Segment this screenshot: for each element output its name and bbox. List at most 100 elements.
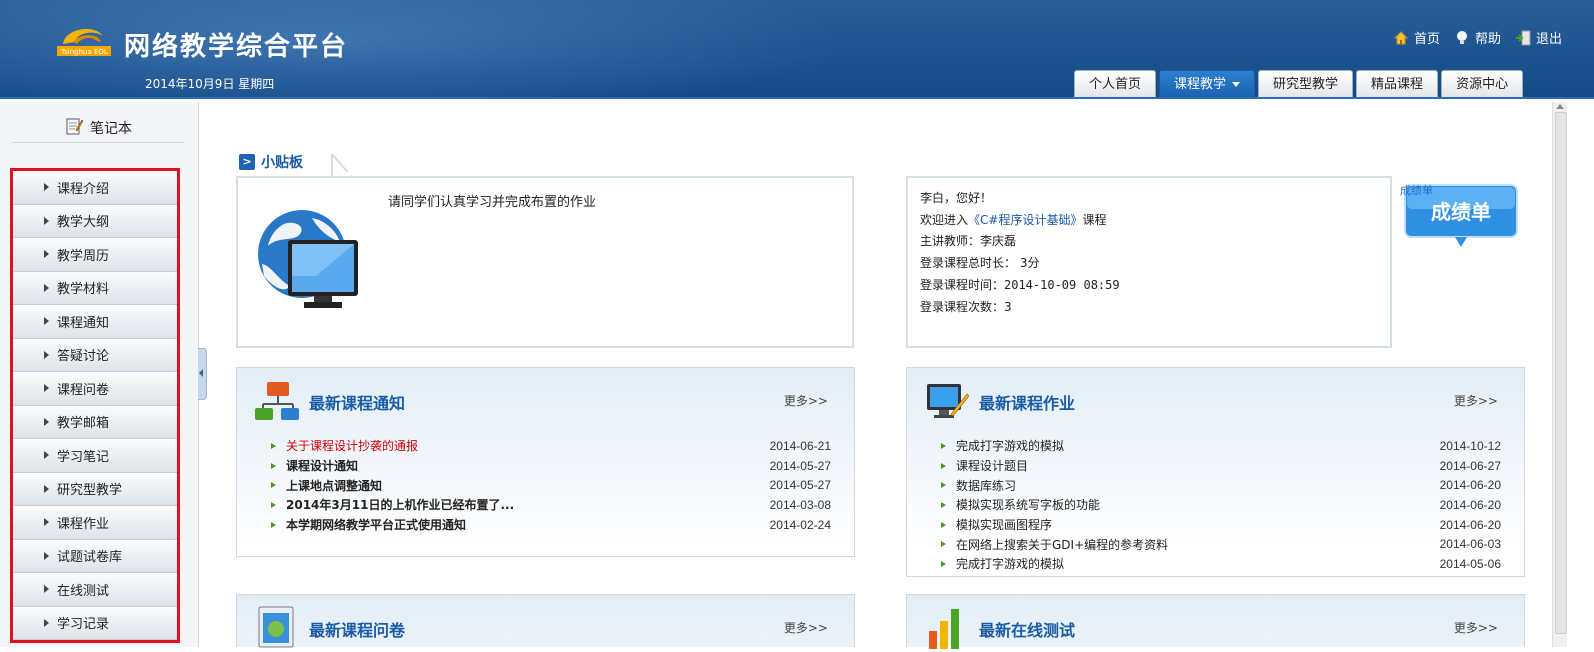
scroll-up-icon[interactable] (1556, 104, 1564, 109)
caret-right-icon (44, 317, 49, 326)
bullet-arrow-icon (941, 482, 946, 489)
list-item[interactable]: 模拟实现画图程序 2014-06-20 (941, 515, 1501, 535)
course-name-link[interactable]: 《C#程序设计基础》 (968, 213, 1082, 227)
notice-title: 关于课程设计抄袭的通报 (286, 439, 419, 454)
home-link-label: 首页 (1413, 32, 1440, 47)
list-item[interactable]: 在网络上搜索关于GDI+编程的参考资料 2014-06-03 (941, 534, 1501, 554)
teacher-name: 主讲教师：李庆磊 (920, 234, 1017, 249)
vertical-scrollbar[interactable] (1552, 102, 1567, 647)
arrow-right-icon: > (239, 154, 255, 170)
sidebar-item-syllabus[interactable]: 教学大纲 (13, 204, 177, 238)
homework-title-text: 完成打字游戏的模拟 (956, 439, 1065, 454)
sidebar-item-online-test[interactable]: 在线测试 (13, 573, 177, 607)
list-item[interactable]: 数据库练习 2014-06-20 (941, 475, 1501, 495)
user-greeting: 李白，您好！ (920, 191, 993, 205)
list-item[interactable]: 2014年3月11日的上机作业已经布置了... 2014-03-08 (271, 495, 831, 515)
tab-research-teaching[interactable]: 研究型教学 (1258, 70, 1354, 97)
sidebar-item-research-teaching[interactable]: 研究型教学 (13, 472, 177, 506)
sidebar-item-label: 教学材料 (57, 282, 110, 298)
logout-link-label: 退出 (1535, 32, 1562, 47)
tab-course-teaching[interactable]: 课程教学 (1159, 70, 1256, 97)
homework-date: 2014-06-20 (1439, 497, 1501, 512)
notice-date: 2014-05-27 (769, 478, 831, 493)
homework-title-text: 课程设计题目 (956, 459, 1029, 474)
homework-date: 2014-05-06 (1439, 556, 1501, 571)
scrollbar-thumb[interactable] (1555, 112, 1567, 634)
sidebar-item-questionnaire[interactable]: 课程问卷 (13, 372, 177, 406)
sidebar-item-weekly-calendar[interactable]: 教学周历 (13, 238, 177, 272)
bullet-arrow-icon (271, 501, 276, 508)
caret-right-icon (44, 484, 49, 493)
list-item[interactable]: 模拟实现系统写字板的功能 2014-06-20 (941, 495, 1501, 515)
notices-more-link[interactable]: 更多>> (784, 392, 828, 409)
list-item[interactable]: 本学期网络教学平台正式使用通知 2014-02-24 (271, 515, 831, 535)
homework-date: 2014-10-12 (1439, 438, 1501, 453)
list-item[interactable]: 完成打字游戏的模拟 2014-05-06 (941, 554, 1501, 574)
help-link[interactable]: 帮助 (1454, 28, 1501, 47)
platform-logo: Tsinghua EOL (55, 24, 113, 58)
bullet-arrow-icon (271, 482, 276, 489)
sidebar-item-course-intro[interactable]: 课程介绍 (13, 171, 177, 205)
bullet-arrow-icon (941, 521, 946, 528)
list-item[interactable]: 完成打字游戏的模拟 2014-10-12 (941, 436, 1501, 456)
network-hierarchy-icon (255, 380, 299, 424)
grade-button-label: 成绩单 (1431, 200, 1491, 224)
bullet-arrow-icon (271, 442, 276, 449)
sidebar-item-label: 课程作业 (57, 516, 110, 532)
bullet-arrow-icon (941, 462, 946, 469)
caret-right-icon (44, 350, 49, 359)
caret-right-icon (44, 283, 49, 292)
sidebar-collapse-handle[interactable] (198, 348, 207, 400)
caret-right-icon (44, 451, 49, 460)
list-item[interactable]: 关于课程设计抄袭的通报 2014-06-21 (271, 436, 831, 456)
homework-date: 2014-06-20 (1439, 517, 1501, 532)
caret-right-icon (44, 585, 49, 594)
logout-link[interactable]: 退出 (1515, 28, 1562, 47)
sidebar-item-mailbox[interactable]: 教学邮箱 (13, 405, 177, 439)
notebook-link[interactable]: 笔记本 (12, 114, 184, 143)
caret-right-icon (44, 250, 49, 259)
sidebar-item-qa-discussion[interactable]: 答疑讨论 (13, 338, 177, 372)
list-item[interactable]: 课程设计题目 2014-06-27 (941, 456, 1501, 476)
caret-right-icon (44, 618, 49, 627)
questionnaire-more-link[interactable]: 更多>> (784, 619, 828, 636)
tip-board-title: > 小贴板 (239, 152, 303, 172)
sidebar-item-notices[interactable]: 课程通知 (13, 305, 177, 339)
sidebar-item-materials[interactable]: 教学材料 (13, 271, 177, 305)
sidebar-item-label: 课程问卷 (57, 382, 110, 398)
sidebar-item-label: 答疑讨论 (57, 349, 110, 365)
tab-personal-home[interactable]: 个人首页 (1074, 70, 1157, 97)
top-links: 首页 帮助 退出 (1393, 28, 1562, 47)
sidebar-item-label: 教学大纲 (57, 215, 110, 231)
sidebar-item-study-notes[interactable]: 学习笔记 (13, 439, 177, 473)
online-test-title: 最新在线测试 (979, 621, 1076, 640)
sidebar-item-label: 课程介绍 (57, 181, 110, 197)
tip-board-notch (331, 154, 353, 177)
sidebar-item-study-record[interactable]: 学习记录 (13, 606, 177, 640)
caret-right-icon (44, 384, 49, 393)
platform-title: 网络教学综合平台 (124, 32, 349, 62)
list-item[interactable]: 课程设计通知 2014-05-27 (271, 456, 831, 476)
sidebar-item-label: 研究型教学 (57, 483, 123, 499)
sidebar-item-exam-bank[interactable]: 试题试卷库 (13, 539, 177, 573)
sidebar-item-homework[interactable]: 课程作业 (13, 506, 177, 540)
monitor-pen-icon (925, 380, 970, 424)
sidebar-item-label: 教学周历 (57, 248, 110, 264)
homework-date: 2014-06-03 (1439, 537, 1501, 552)
online-test-more-link[interactable]: 更多>> (1454, 619, 1498, 636)
tab-featured-courses[interactable]: 精品课程 (1356, 70, 1439, 97)
homework-title-text: 模拟实现系统写字板的功能 (956, 498, 1101, 513)
caret-right-icon (44, 216, 49, 225)
tip-board-message: 请同学们认真学习并完成布置的作业 (388, 195, 597, 210)
tip-board-panel: 请同学们认真学习并完成布置的作业 (236, 176, 854, 348)
tab-resource-center[interactable]: 资源中心 (1441, 70, 1524, 97)
homework-title-text: 数据库练习 (956, 478, 1017, 493)
sidebar-item-label: 教学邮箱 (57, 416, 110, 432)
header-divider (0, 97, 1594, 99)
homework-more-link[interactable]: 更多>> (1454, 392, 1498, 409)
notebook-icon (64, 116, 84, 140)
current-date: 2014年10月9日 星期四 (145, 77, 275, 91)
home-link[interactable]: 首页 (1393, 28, 1440, 47)
bullet-arrow-icon (941, 541, 946, 548)
list-item[interactable]: 上课地点调整通知 2014-05-27 (271, 475, 831, 495)
